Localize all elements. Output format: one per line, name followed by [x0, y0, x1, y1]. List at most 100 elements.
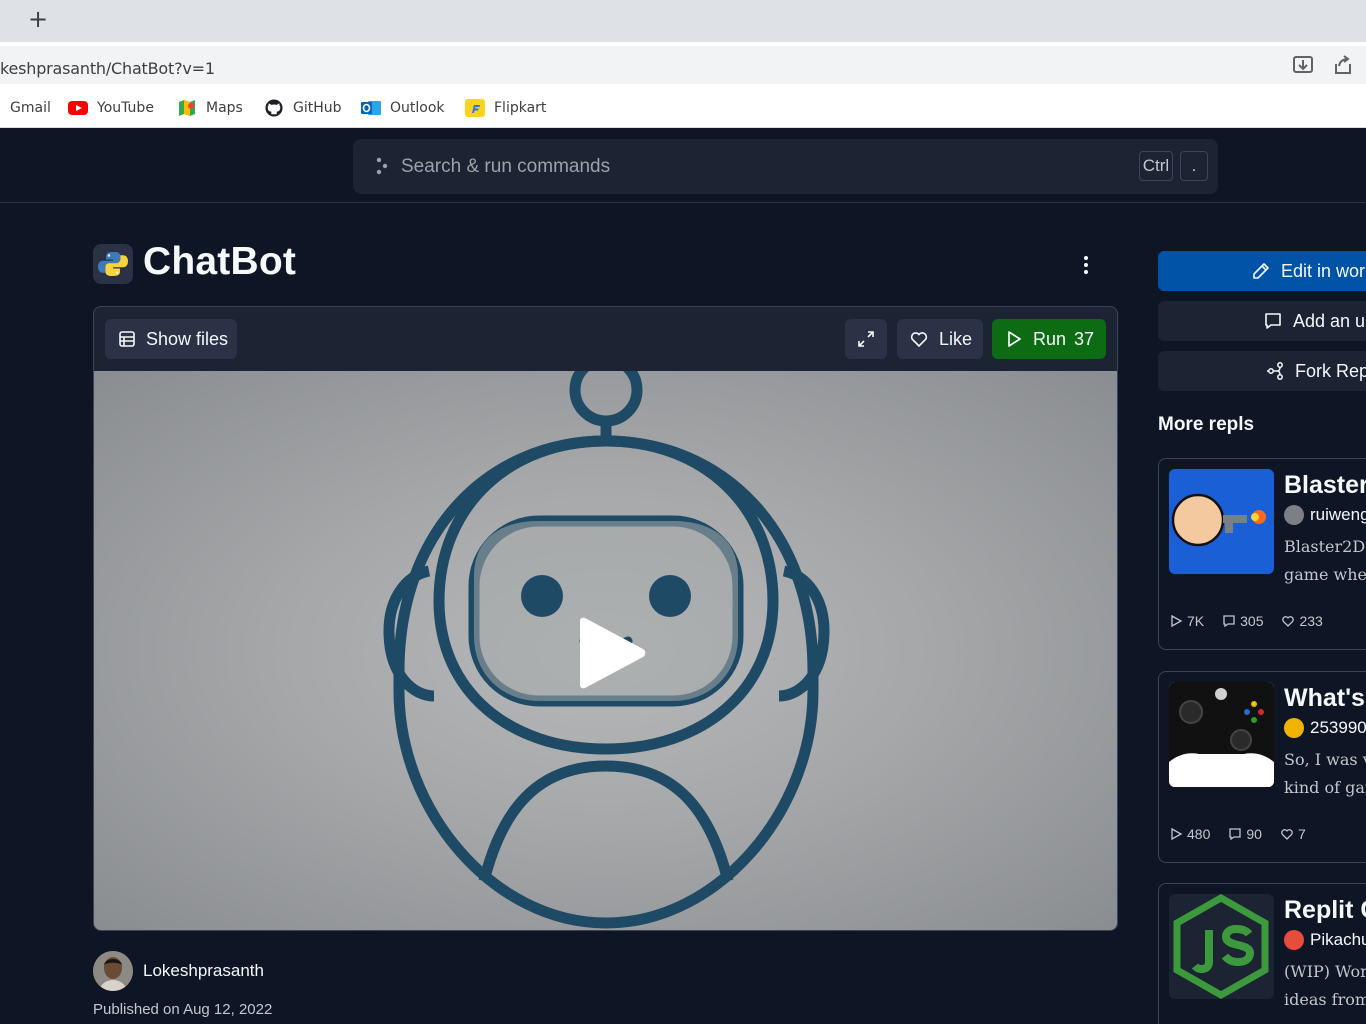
- search-placeholder: Search & run commands: [401, 156, 611, 177]
- comments-stat: 305: [1222, 613, 1263, 629]
- fork-icon: [1267, 362, 1283, 380]
- browser-address-bar: keshprasanth/ChatBot?v=1: [0, 42, 1366, 88]
- command-icon: [376, 157, 388, 175]
- likes-stat: 7: [1280, 826, 1306, 842]
- repl-card-cycles: 253990: [1310, 718, 1366, 737]
- bookmark-youtube[interactable]: YouTube: [68, 97, 154, 119]
- repl-cover-player: Show files Like Run 37: [93, 306, 1118, 931]
- pencil-icon: [1253, 263, 1269, 279]
- repl-card[interactable]: Replit C Pikachu (WIP) Wor ideas from: [1158, 883, 1366, 1024]
- repl-card-stats: 7K 305 233: [1169, 613, 1341, 629]
- description-line: Blaster2D: [1284, 537, 1366, 556]
- url-field[interactable]: keshprasanth/ChatBot?v=1: [0, 46, 1366, 84]
- play-video-icon[interactable]: [568, 617, 648, 689]
- python-icon: [93, 244, 133, 284]
- run-button[interactable]: Run 37: [992, 319, 1106, 359]
- repl-card[interactable]: Blaster ruiweng Blaster2D game whe 7K 30…: [1158, 458, 1366, 650]
- repl-card-user: ruiweng: [1284, 505, 1366, 525]
- description-line: (WIP) Wor: [1284, 962, 1366, 981]
- repl-card-title: Blaster: [1284, 471, 1366, 499]
- bookmark-gmail[interactable]: Gmail: [10, 97, 51, 119]
- like-button[interactable]: Like: [897, 319, 983, 359]
- bookmark-github[interactable]: GitHub: [264, 97, 342, 119]
- cover-image[interactable]: [94, 371, 1117, 930]
- play-icon: [1171, 614, 1183, 628]
- comment-icon: [1223, 615, 1235, 628]
- bookmark-label: GitHub: [293, 100, 342, 116]
- show-files-button[interactable]: Show files: [105, 319, 237, 359]
- bookmark-outlook[interactable]: Outlook: [361, 97, 445, 119]
- expand-icon: [858, 331, 874, 347]
- repl-card-username: ruiweng: [1310, 505, 1366, 524]
- heart-icon: [1281, 829, 1293, 840]
- repl-card-username: Pikachu: [1310, 930, 1366, 949]
- heart-icon: [910, 332, 928, 348]
- repl-card-user: Pikachu: [1284, 930, 1366, 950]
- run-label: Run: [1033, 329, 1067, 349]
- bookmark-label: YouTube: [97, 100, 154, 116]
- run-count: 37: [1074, 329, 1095, 349]
- shortcut-key-ctrl: Ctrl: [1139, 151, 1173, 181]
- bookmark-label: Outlook: [390, 100, 445, 116]
- new-tab-button[interactable]: +: [26, 7, 50, 32]
- repl-thumbnail: [1169, 682, 1274, 787]
- play-icon: [1171, 827, 1183, 841]
- repl-card-title: Replit C: [1284, 896, 1366, 924]
- add-update-label: Add an up: [1293, 311, 1366, 331]
- user-avatar-icon: [1284, 505, 1304, 525]
- files-icon: [119, 331, 135, 347]
- install-app-icon[interactable]: [1290, 52, 1316, 78]
- author-name[interactable]: Lokeshprasanth: [143, 961, 264, 981]
- bookmark-label: Flipkart: [494, 100, 547, 116]
- repl-card-title: What's: [1284, 684, 1365, 712]
- add-update-button[interactable]: Add an up: [1158, 301, 1366, 341]
- flipkart-icon: [465, 99, 485, 117]
- bookmark-label: Maps: [206, 100, 243, 116]
- likes-stat: 233: [1281, 613, 1323, 629]
- outlook-icon: [361, 101, 381, 115]
- description-line: ideas from: [1284, 990, 1366, 1009]
- runs-stat: 7K: [1169, 613, 1204, 629]
- comments-count: 305: [1240, 613, 1264, 629]
- runs-count: 7K: [1187, 613, 1205, 629]
- heart-icon: [1282, 616, 1295, 627]
- comment-icon: [1265, 313, 1281, 329]
- likes-count: 233: [1299, 613, 1323, 629]
- like-label: Like: [939, 329, 973, 349]
- command-search-bar[interactable]: Search & run commands Ctrl .: [353, 139, 1218, 194]
- more-options-icon[interactable]: [1074, 252, 1098, 278]
- repl-title: ChatBot: [143, 240, 297, 283]
- fork-label: Fork Rep: [1295, 361, 1366, 381]
- user-avatar-icon: [1284, 930, 1304, 950]
- bookmark-flipkart[interactable]: Flipkart: [465, 97, 546, 119]
- bookmark-label: Gmail: [10, 100, 51, 116]
- show-files-label: Show files: [146, 329, 229, 349]
- youtube-icon: [68, 101, 88, 115]
- fullscreen-button[interactable]: [845, 319, 887, 359]
- published-date: Published on Aug 12, 2022: [93, 1001, 273, 1018]
- edit-label: Edit in worl: [1281, 261, 1366, 281]
- description-line: kind of gar: [1284, 778, 1366, 797]
- author-avatar[interactable]: [93, 951, 133, 991]
- edit-in-workspace-button[interactable]: Edit in worl: [1158, 251, 1366, 291]
- repl-card[interactable]: What's 253990 So, I was v kind of gar 48…: [1158, 671, 1366, 863]
- bookmark-maps[interactable]: Maps: [177, 97, 243, 119]
- runs-count: 480: [1187, 826, 1211, 842]
- repl-thumbnail: [1169, 894, 1274, 999]
- repl-card-user: 253990: [1284, 718, 1366, 738]
- repl-card-stats: 480 90 7: [1169, 826, 1324, 842]
- repl-card-description: So, I was v kind of gar: [1284, 746, 1366, 802]
- runs-stat: 480: [1169, 826, 1210, 842]
- likes-count: 7: [1297, 826, 1306, 842]
- bookmarks-bar: Gmail YouTube Maps GitHub Outlook Flipka…: [0, 88, 1366, 128]
- comment-icon: [1229, 828, 1242, 841]
- maps-icon: [179, 100, 195, 116]
- comments-stat: 90: [1228, 826, 1262, 842]
- share-icon[interactable]: [1330, 52, 1356, 78]
- description-line: So, I was v: [1284, 750, 1366, 769]
- fork-repl-button[interactable]: Fork Rep: [1158, 351, 1366, 391]
- browser-tab-strip: +: [0, 0, 1366, 42]
- shortcut-key-period: .: [1180, 151, 1208, 181]
- replit-top-bar: Search & run commands Ctrl .: [0, 128, 1366, 203]
- play-icon: [1008, 331, 1021, 347]
